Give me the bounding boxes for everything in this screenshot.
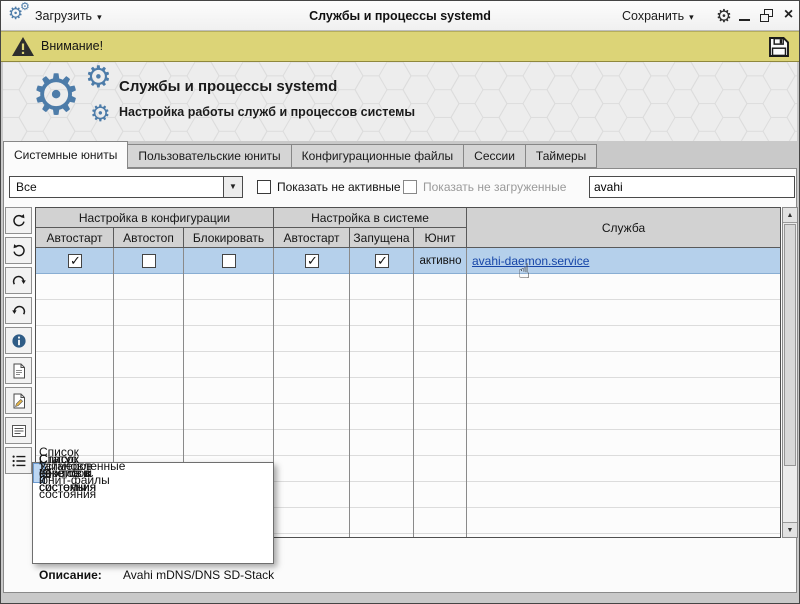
- service-link[interactable]: avahi-daemon.service: [472, 248, 589, 274]
- autostop-checkbox[interactable]: [142, 254, 156, 268]
- tab-sessions[interactable]: Сессии: [463, 144, 526, 168]
- logo-gear-icon: ⚙: [90, 102, 111, 125]
- menu-item-timers-list[interactable]: Список таймеров и состояния: [33, 463, 45, 483]
- banner-title: Службы и процессы systemd: [119, 78, 337, 95]
- minimize-button[interactable]: [739, 9, 751, 22]
- minimize-icon: [739, 19, 750, 21]
- edit-file-icon: [11, 393, 27, 409]
- header-service: Служба: [467, 208, 780, 248]
- column-divider: [349, 248, 350, 537]
- refresh-icon: [11, 213, 27, 229]
- header-config-group: Настройка в конфигурации: [36, 208, 274, 228]
- edit-file-button[interactable]: [5, 387, 32, 414]
- hand-cursor-icon: ☝: [518, 259, 530, 284]
- save-file-icon[interactable]: [767, 35, 791, 59]
- block-checkbox[interactable]: [222, 254, 236, 268]
- autostart-system-checkbox[interactable]: [305, 254, 319, 268]
- info-button[interactable]: [5, 327, 32, 354]
- undo-icon: [11, 303, 27, 319]
- app-window: ⚙ ⚙ Службы и процессы systemd Загрузить ▾…: [0, 0, 800, 604]
- chevron-down-icon: ▾: [689, 12, 694, 22]
- info-icon: [11, 333, 27, 349]
- tab-system-units[interactable]: Системные юниты: [3, 141, 128, 169]
- header-autostart-system: Автостарт: [274, 228, 350, 248]
- menu-button[interactable]: [5, 447, 32, 474]
- close-button[interactable]: ×: [780, 1, 797, 31]
- restart-button[interactable]: [5, 267, 32, 294]
- banner-subtitle: Настройка работы служб и процессов систе…: [119, 105, 415, 119]
- list-box-icon: [11, 423, 27, 439]
- warning-icon: [11, 36, 35, 57]
- tab-bar: Системные юниты Пользовательские юниты К…: [3, 141, 597, 169]
- description-value: Avahi mDNS/DNS SD-Stack: [123, 568, 274, 582]
- show-unloaded-label: Показать не загруженные: [423, 176, 566, 198]
- show-unloaded-checkbox[interactable]: [403, 180, 417, 194]
- show-inactive-checkbox[interactable]: [257, 180, 271, 194]
- logo-gear-icon: ⚙: [31, 67, 81, 123]
- refresh-button[interactable]: [5, 207, 32, 234]
- hexagon-pattern: [3, 62, 797, 141]
- column-divider: [413, 248, 414, 537]
- undo-button[interactable]: [5, 297, 32, 324]
- reload-button[interactable]: [5, 237, 32, 264]
- vertical-scrollbar[interactable]: ▲ ▼: [782, 207, 798, 538]
- restore-icon: [760, 14, 769, 22]
- scroll-down-button[interactable]: ▼: [783, 522, 797, 537]
- unit-state: активно: [414, 248, 467, 274]
- show-inactive-label[interactable]: Показать не активные: [277, 176, 401, 198]
- load-menu-button[interactable]: Загрузить ▾: [35, 1, 102, 31]
- titlebar: ⚙ ⚙ Службы и процессы systemd Загрузить▾…: [1, 1, 799, 31]
- autostart-config-checkbox[interactable]: [68, 254, 82, 268]
- tab-timers[interactable]: Таймеры: [525, 144, 597, 168]
- file-icon: [11, 363, 27, 379]
- header-block: Блокировать: [184, 228, 274, 248]
- maximize-button[interactable]: [760, 9, 773, 22]
- warning-text: Внимание!: [41, 32, 103, 61]
- app-banner: ⚙ ⚙ ⚙ Службы и процессы systemd Настройк…: [3, 62, 797, 141]
- unit-filter-combobox[interactable]: Все ▼: [9, 176, 243, 198]
- header-unit: Юнит: [414, 228, 467, 248]
- reports-context-menu: Статус сервисов системы Установленные юн…: [32, 462, 274, 564]
- scroll-up-button[interactable]: ▲: [783, 208, 797, 223]
- tab-user-units[interactable]: Пользовательские юниты: [127, 144, 291, 168]
- list-report-button[interactable]: [5, 417, 32, 444]
- header-running: Запущена: [350, 228, 414, 248]
- save-menu-button[interactable]: Сохранить ▾: [622, 1, 694, 31]
- logo-gear-icon: ⚙: [85, 63, 112, 93]
- combobox-arrow-button[interactable]: ▼: [223, 177, 242, 197]
- description-label: Описание:: [39, 568, 102, 582]
- reload-icon: [11, 243, 27, 259]
- load-menu-label: Загрузить: [35, 9, 92, 23]
- save-menu-label: Сохранить: [622, 9, 684, 23]
- warning-bar: Внимание!: [1, 31, 799, 62]
- running-checkbox[interactable]: [375, 254, 389, 268]
- scrollbar-thumb[interactable]: [784, 224, 796, 466]
- unit-filter-value: Все: [16, 177, 37, 197]
- view-file-button[interactable]: [5, 357, 32, 384]
- tab-config-files[interactable]: Конфигурационные файлы: [291, 144, 464, 168]
- header-autostart-config: Автостарт: [36, 228, 114, 248]
- menu-list-icon: [11, 453, 27, 469]
- search-input[interactable]: [589, 176, 795, 198]
- header-autostop: Автостоп: [114, 228, 184, 248]
- header-system-group: Настройка в системе: [274, 208, 467, 228]
- settings-gear-button[interactable]: ⚙: [712, 4, 736, 28]
- column-divider: [466, 248, 467, 537]
- chevron-down-icon: ▾: [97, 12, 102, 22]
- menu-item-label: Список таймеров и состояния: [39, 445, 96, 501]
- restart-icon: [11, 273, 27, 289]
